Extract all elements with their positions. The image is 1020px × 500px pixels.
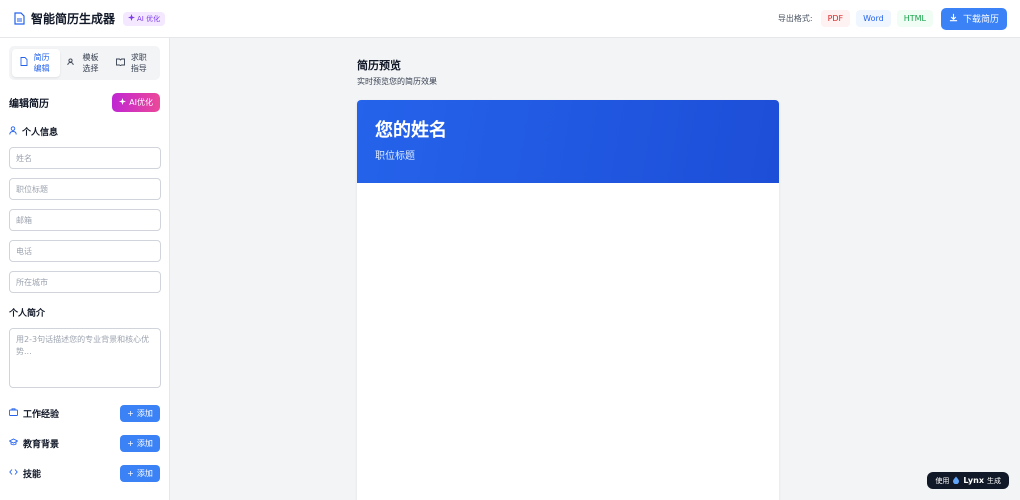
plus-icon: + — [127, 468, 134, 478]
ai-badge-label: AI 优化 — [137, 14, 161, 23]
tab-label: 求职指导 — [130, 53, 147, 73]
user-icon — [9, 125, 17, 138]
app-header: 智能简历生成器 AI 优化 导出格式: PDF Word HTML 下载简历 — [0, 0, 1020, 38]
lynx-logo-icon — [952, 476, 960, 486]
email-field[interactable]: 邮箱 — [9, 209, 161, 231]
resume-preview: 您的姓名 职位标题 — [357, 100, 779, 500]
export-pdf-button[interactable]: PDF — [820, 10, 851, 27]
edit-resume-title: 编辑简历 — [9, 99, 49, 110]
name-field[interactable]: 姓名 — [9, 147, 161, 169]
sparkle-icon — [128, 14, 136, 23]
badge-suffix: 生成 — [987, 476, 1001, 485]
editor-sidebar: 简历编辑 模板选择 求职指导 编辑简历 AI优化 个人信息 姓名 职位标题 邮箱… — [0, 38, 170, 500]
resume-name: 您的姓名 — [375, 120, 447, 141]
badge-brand: Lynx — [963, 476, 984, 485]
edit-header-row: 编辑简历 AI优化 — [9, 93, 160, 112]
download-label: 下载简历 — [962, 15, 999, 25]
lynx-badge[interactable]: 使用 Lynx 生成 — [927, 472, 1009, 489]
tab-guidance[interactable]: 求职指导 — [109, 49, 157, 77]
add-label: 添加 — [136, 438, 153, 448]
plus-icon: + — [127, 438, 134, 448]
export-html-button[interactable]: HTML — [896, 10, 933, 27]
app-title: 智能简历生成器 — [31, 12, 116, 26]
work-experience-section: 工作经验 + 添加 — [9, 404, 160, 422]
tab-label: 模板选择 — [82, 53, 99, 73]
code-icon — [9, 468, 18, 479]
resume-job-title: 职位标题 — [375, 151, 415, 162]
badge-prefix: 使用 — [935, 476, 950, 485]
skills-label: 技能 — [23, 469, 42, 480]
download-icon — [949, 13, 958, 25]
phone-field[interactable]: 电话 — [9, 240, 161, 262]
skills-section: 技能 + 添加 — [9, 464, 160, 482]
export-format-label: 导出格式: — [777, 14, 813, 23]
personal-info-heading: 个人信息 — [9, 125, 160, 138]
education-heading: 教育背景 — [8, 437, 60, 450]
preview-subtitle: 实时预览您的简历效果 — [357, 77, 437, 86]
book-icon — [115, 58, 125, 69]
tab-edit[interactable]: 简历编辑 — [12, 49, 61, 77]
sidebar-tabs: 简历编辑 模板选择 求职指导 — [9, 46, 160, 80]
plus-icon: + — [127, 408, 134, 418]
education-section: 教育背景 + 添加 — [8, 434, 160, 452]
users-icon — [67, 57, 76, 69]
resume-header: 您的姓名 职位标题 — [357, 100, 779, 183]
add-skill-button[interactable]: + 添加 — [120, 464, 160, 482]
preview-panel: 简历预览 实时预览您的简历效果 您的姓名 职位标题 — [170, 38, 1020, 500]
summary-textarea[interactable]: 用2-3句话描述您的专业背景和核心优势... — [9, 328, 161, 388]
summary-label: 个人简介 — [9, 309, 46, 319]
summary-heading: 个人简介 — [9, 306, 160, 319]
document-icon — [20, 57, 28, 69]
preview-title: 简历预览 — [357, 59, 401, 72]
ai-badge: AI 优化 — [123, 11, 166, 26]
ai-optimize-button[interactable]: AI优化 — [112, 93, 160, 112]
document-icon — [13, 12, 26, 26]
job-title-field[interactable]: 职位标题 — [9, 178, 161, 200]
export-controls: 导出格式: PDF Word HTML 下载简历 — [777, 7, 1007, 30]
download-resume-button[interactable]: 下载简历 — [940, 7, 1007, 30]
city-field[interactable]: 所在城市 — [9, 271, 161, 293]
work-experience-label: 工作经验 — [23, 409, 60, 420]
sparkle-icon — [119, 98, 127, 107]
work-experience-heading: 工作经验 — [9, 407, 59, 420]
personal-info-label: 个人信息 — [22, 128, 59, 138]
education-label: 教育背景 — [23, 439, 60, 450]
add-work-button[interactable]: + 添加 — [120, 404, 160, 422]
tab-templates[interactable]: 模板选择 — [60, 49, 108, 77]
tab-label: 简历编辑 — [33, 53, 50, 73]
add-label: 添加 — [136, 408, 153, 418]
export-word-button[interactable]: Word — [856, 10, 891, 27]
briefcase-icon — [9, 407, 18, 419]
skills-heading: 技能 — [9, 467, 41, 480]
ai-optimize-label: AI优化 — [129, 98, 153, 107]
add-education-button[interactable]: + 添加 — [120, 434, 160, 452]
add-label: 添加 — [136, 468, 153, 478]
graduation-cap-icon — [8, 437, 19, 449]
